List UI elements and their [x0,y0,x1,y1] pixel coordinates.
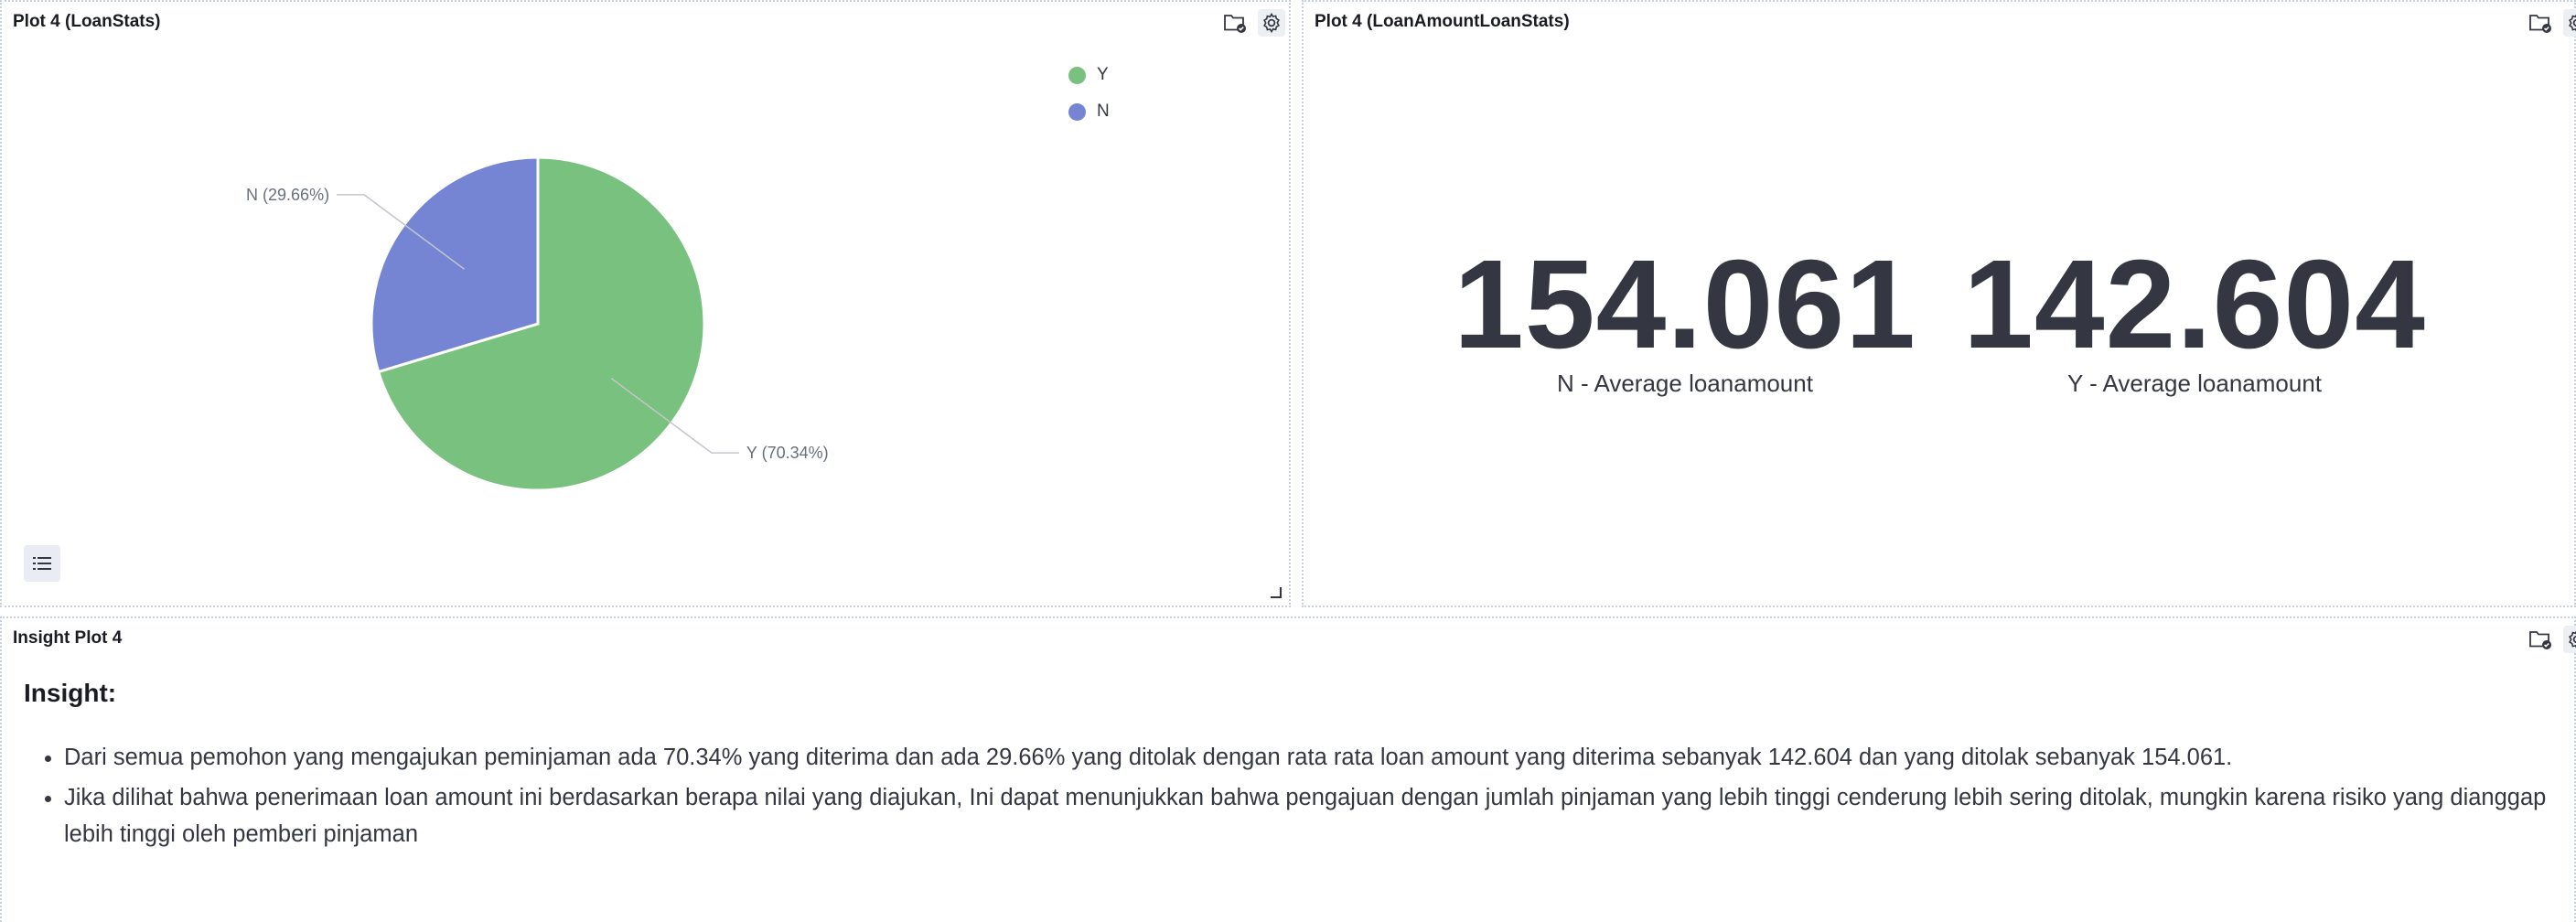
legend-swatch-n [1068,102,1086,121]
metric-value-y: 142.604 [1963,234,2426,375]
gear-icon[interactable] [2563,626,2576,653]
metric-n: 154.061 N - Average loanamount [1447,241,1923,398]
legend-label-n: N [1097,102,1110,121]
panel-actions [1221,9,1285,37]
pie-label-n: N (29.66%) [246,186,329,204]
metric-value-n: 154.061 [1454,234,1916,375]
insight-bullet: Jika dilihat bahwa penerimaan loan amoun… [64,779,2571,852]
panel-title: Plot 4 (LoanAmountLoanStats) [1315,12,1570,31]
insight-list: Dari semua pemohon yang mengajukan pemin… [24,739,2571,856]
loanamount-panel: Plot 4 (LoanAmountLoanStats) 154.061 N -… [1302,0,2576,607]
insight-heading: Insight: [24,679,117,707]
gear-icon[interactable] [2563,9,2576,37]
legend-item-n[interactable]: N [1068,93,1110,130]
folder-check-icon[interactable] [2527,9,2554,37]
pie-slices [370,155,706,492]
list-icon[interactable] [24,545,60,582]
panel-actions [2527,9,2576,37]
legend-item-y[interactable]: Y [1068,57,1110,93]
panel-actions [2527,626,2576,653]
resize-handle-icon[interactable] [1271,587,1282,598]
pie-label-y: Y (70.34%) [746,444,829,462]
metric-y: 142.604 Y - Average loanamount [1957,241,2432,398]
loanstats-panel: Plot 4 (LoanStats) Y (70.34%) N (29.66%) … [0,0,1291,607]
legend-label-y: Y [1097,65,1109,84]
panel-title: Insight Plot 4 [13,628,123,648]
gear-icon[interactable] [1258,9,1285,37]
folder-check-icon[interactable] [1221,9,1249,37]
chart-legend: Y N [1068,57,1110,130]
insight-bullet: Dari semua pemohon yang mengajukan pemin… [64,739,2571,776]
legend-swatch-y [1068,66,1086,84]
panel-title: Plot 4 (LoanStats) [13,12,161,31]
folder-check-icon[interactable] [2527,626,2554,653]
